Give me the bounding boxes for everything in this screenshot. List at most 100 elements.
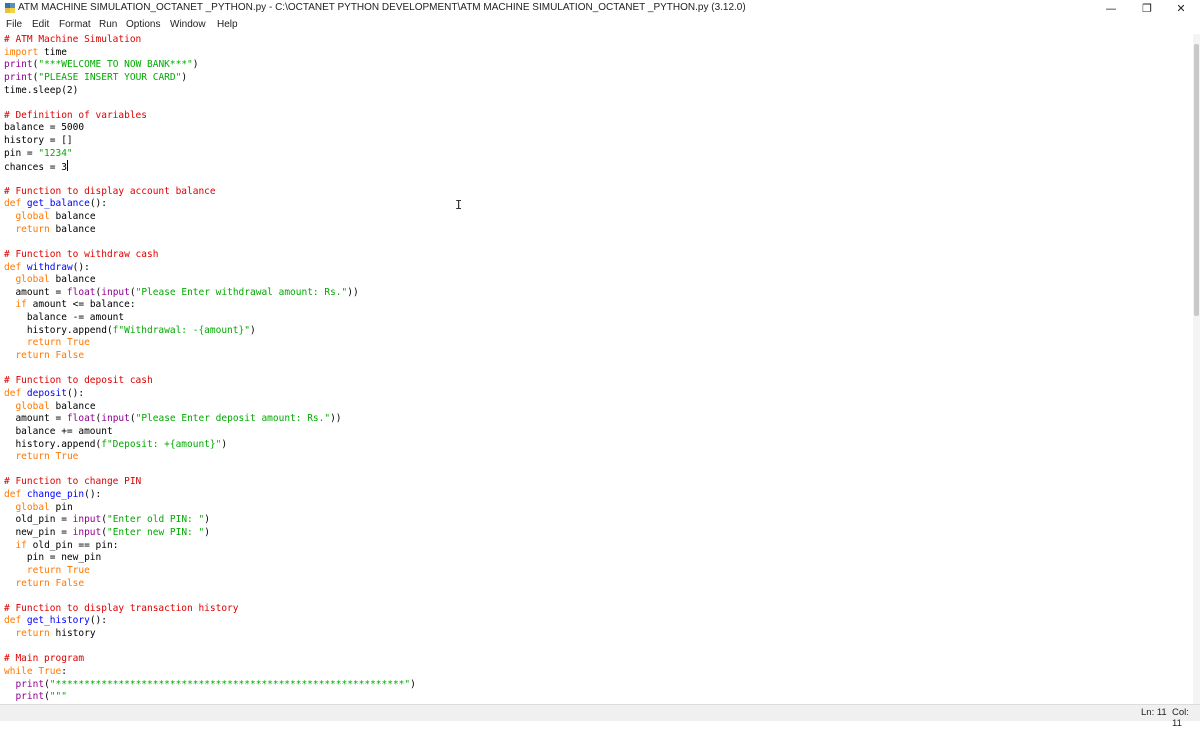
code-line: # Function to change PIN (4, 476, 1196, 489)
code-line: history.append(f"Withdrawal: -{amount}") (4, 325, 1196, 338)
scrollbar-thumb[interactable] (1194, 44, 1199, 316)
code-token: (): (66, 387, 85, 399)
code-token: "Please Enter deposit amount: Rs." (135, 413, 331, 425)
code-line: return history (4, 628, 1196, 641)
code-line: global balance (4, 401, 1196, 414)
code-token: time (38, 46, 67, 58)
code-token: if (15, 539, 27, 551)
code-token: while (4, 666, 33, 678)
code-token: input (72, 514, 102, 526)
code-token: balance += amount (4, 425, 113, 437)
code-line: return False (4, 578, 1196, 591)
code-line: def withdraw(): (4, 262, 1196, 275)
code-token: True (55, 451, 79, 463)
code-token: def (4, 615, 22, 627)
code-line: return True (4, 565, 1196, 578)
code-token: # Function to deposit cash (4, 375, 153, 387)
status-bar: Ln: 11 Col: 11 (0, 704, 1200, 729)
window-title: ATM MACHINE SIMULATION_OCTANET _PYTHON.p… (18, 2, 746, 13)
code-line: def deposit(): (4, 388, 1196, 401)
code-line: balance += amount (4, 426, 1196, 439)
code-line: chances = 3 (4, 160, 1196, 173)
code-line: amount = float(input("Please Enter depos… (4, 413, 1196, 426)
menu-format[interactable]: Format (59, 19, 91, 30)
code-token: ) (410, 678, 416, 690)
code-line: history = [] (4, 135, 1196, 148)
code-line: def get_balance(): (4, 198, 1196, 211)
restore-icon: ❐ (1142, 2, 1152, 15)
code-token: : (61, 666, 67, 678)
code-token: amount = (4, 286, 67, 298)
code-line: # Main program (4, 653, 1196, 666)
text-caret (66, 160, 68, 172)
code-token: True (66, 337, 90, 349)
code-line: global balance (4, 211, 1196, 224)
code-token: """ (49, 691, 67, 703)
code-token: return (15, 223, 50, 235)
code-token: global (15, 210, 50, 222)
maximize-button[interactable]: ❐ (1128, 0, 1166, 18)
code-line: return True (4, 451, 1196, 464)
code-text[interactable]: # ATM Machine Simulation import time print… (0, 34, 1196, 704)
vertical-scrollbar[interactable] (1193, 34, 1200, 704)
menu-options[interactable]: Options (126, 19, 160, 30)
code-token: pin = new_pin (4, 552, 102, 564)
code-token: deposit (26, 387, 67, 399)
menu-edit[interactable]: Edit (32, 19, 49, 30)
code-token: return (15, 350, 50, 362)
code-token: (): (84, 489, 102, 501)
code-token: False (55, 350, 85, 362)
code-line: print("*********************************… (4, 679, 1196, 692)
code-token: global (15, 274, 50, 286)
close-button[interactable]: ✕ (1162, 0, 1200, 18)
minimize-button[interactable]: — (1092, 0, 1130, 18)
code-token: old_pin == pin: (26, 539, 119, 551)
code-token: True (66, 564, 90, 576)
code-token: ) (204, 514, 210, 526)
code-token: "1234" (38, 147, 73, 159)
code-line: # Definition of variables (4, 110, 1196, 123)
code-line: global pin (4, 502, 1196, 515)
code-line: if old_pin == pin: (4, 540, 1196, 553)
code-token: # ATM Machine Simulation (4, 34, 142, 45)
status-column: Col: 11 (1172, 707, 1189, 729)
code-token: def (4, 489, 22, 501)
code-token: chances = 3 (4, 162, 67, 174)
code-token: "***************************************… (49, 678, 411, 690)
code-token: float (66, 286, 96, 298)
menu-run[interactable]: Run (99, 19, 117, 30)
code-token: "Enter new PIN: " (106, 526, 205, 538)
code-line: return False (4, 350, 1196, 363)
code-token: print (15, 678, 45, 690)
code-line: print(""" (4, 691, 1196, 704)
code-token: input (101, 286, 130, 298)
code-token: pin (49, 501, 73, 513)
code-token: # Definition of variables (4, 109, 147, 121)
code-line: # Function to display account balance (4, 186, 1196, 199)
code-line: return True (4, 337, 1196, 350)
code-line: print("***WELCOME TO NOW BANK***") (4, 59, 1196, 72)
menu-window[interactable]: Window (170, 19, 206, 30)
menu-file[interactable]: File (6, 19, 22, 30)
code-token: True (38, 666, 62, 678)
code-token: "***WELCOME TO NOW BANK***" (38, 59, 193, 71)
code-token: global (15, 400, 50, 412)
code-editor[interactable]: # ATM Machine Simulation import time print… (0, 34, 1196, 704)
menu-help[interactable]: Help (217, 19, 238, 30)
python-idle-icon (5, 3, 15, 13)
code-token: balance -= amount (4, 312, 125, 324)
code-line: history.append(f"Deposit: +{amount}") (4, 439, 1196, 452)
code-token: "PLEASE INSERT YOUR CARD" (38, 71, 182, 83)
menu-bar: File Edit Format Run Options Window Help (0, 18, 1200, 34)
code-token: return (15, 628, 50, 640)
code-token: print (15, 691, 45, 703)
